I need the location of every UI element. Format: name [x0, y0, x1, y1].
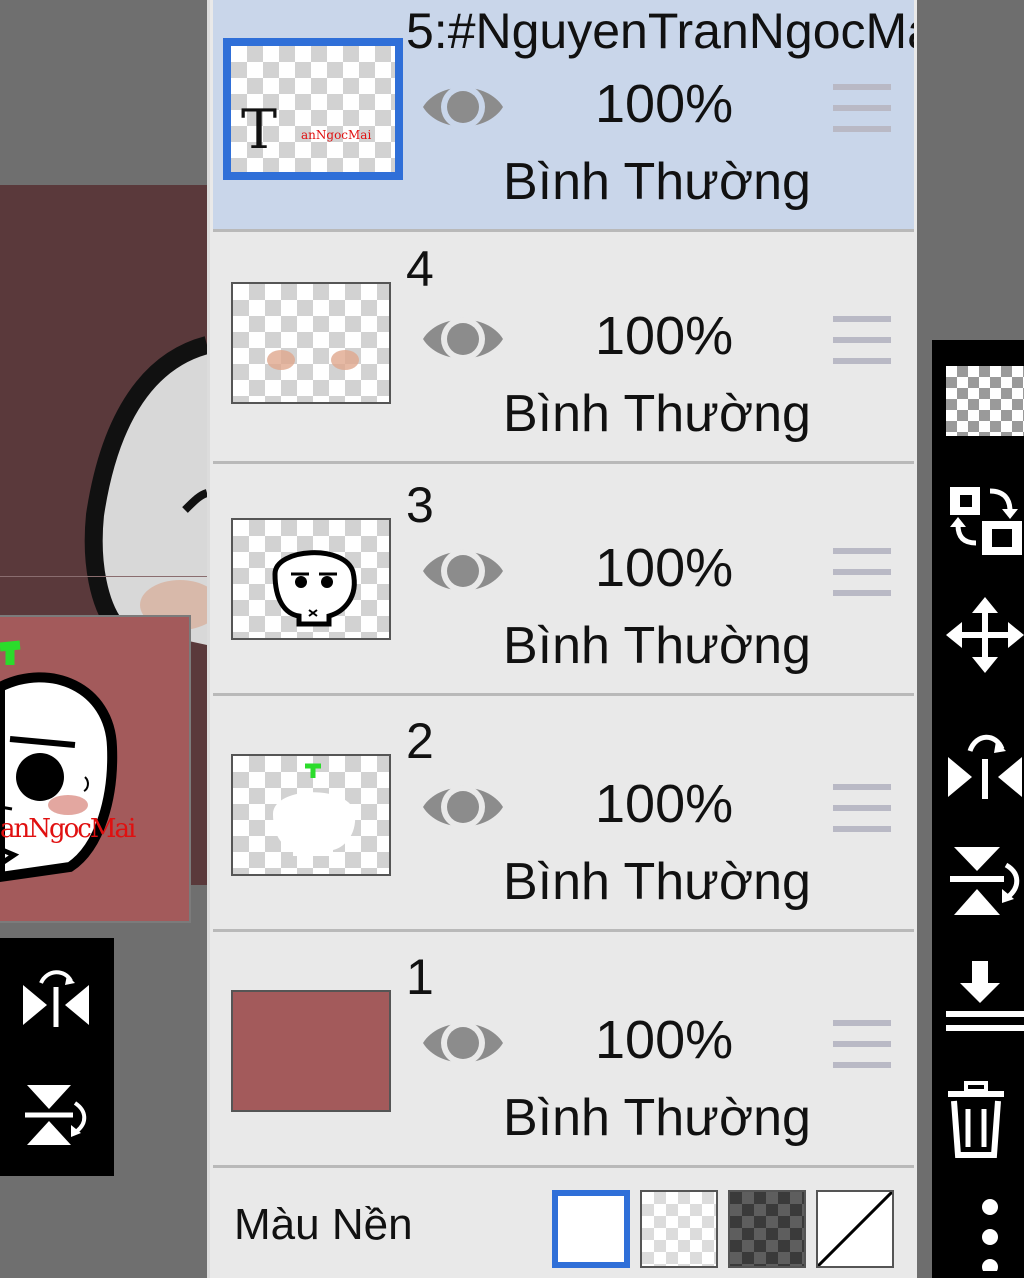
- layer-row-1[interactable]: 1 100% Bình Thường: [213, 936, 914, 1168]
- text-layer-glyph: T: [241, 98, 278, 161]
- flip-horizontal-icon[interactable]: [946, 716, 1024, 806]
- layer-preview: [0, 615, 191, 923]
- drag-handle-icon[interactable]: [833, 548, 891, 596]
- layer-blend-mode[interactable]: Bình Thường: [503, 850, 811, 914]
- background-none-swatch[interactable]: [816, 1190, 894, 1268]
- canvas-guide-line: [0, 576, 207, 577]
- background-white-swatch[interactable]: [552, 1190, 630, 1268]
- text-layer-caption: anNgocMai: [301, 128, 372, 142]
- layer-thumbnail[interactable]: T anNgocMai: [223, 38, 403, 180]
- layer-blend-mode[interactable]: Bình Thường: [503, 614, 811, 678]
- background-light-checker-swatch[interactable]: [640, 1190, 718, 1268]
- layer-name[interactable]: 2: [406, 710, 914, 772]
- background-color-label: Màu Nền: [234, 1200, 413, 1249]
- layer-name[interactable]: 3: [406, 474, 914, 536]
- layer-name[interactable]: 4: [406, 238, 914, 300]
- trash-icon[interactable]: [946, 1076, 1024, 1166]
- flip-horizontal-icon[interactable]: [18, 958, 94, 1038]
- drag-handle-icon[interactable]: [833, 84, 891, 132]
- visibility-eye-icon[interactable]: [421, 1011, 505, 1075]
- layer-opacity[interactable]: 100%: [595, 772, 733, 836]
- visibility-eye-icon[interactable]: [421, 775, 505, 839]
- swap-layers-icon[interactable]: [946, 472, 1024, 562]
- more-icon[interactable]: [946, 1186, 1024, 1276]
- visibility-eye-icon[interactable]: [421, 75, 505, 139]
- layer-row-4[interactable]: 4 100% Bình Thường: [213, 232, 914, 464]
- layer-thumbnail[interactable]: [231, 518, 391, 640]
- background-color-row: Màu Nền: [213, 1170, 914, 1278]
- flip-vertical-icon[interactable]: [946, 836, 1024, 926]
- layer-opacity[interactable]: 100%: [595, 536, 733, 600]
- layer-row-5[interactable]: T anNgocMai 5:#NguyenTranNgocMai 100% Bì…: [213, 0, 914, 232]
- right-toolbar: [932, 340, 1024, 1278]
- visibility-eye-icon[interactable]: [421, 307, 505, 371]
- layer-row-3[interactable]: 3 100% Bình Thường: [213, 464, 914, 696]
- layer-thumbnail[interactable]: [231, 990, 391, 1112]
- layer-blend-mode[interactable]: Bình Thường: [503, 150, 811, 214]
- layer-opacity[interactable]: 100%: [595, 72, 733, 136]
- layer-name[interactable]: 1: [406, 946, 914, 1008]
- left-toolbar: [0, 938, 114, 1176]
- transparency-icon[interactable]: [946, 356, 1024, 446]
- drag-handle-icon[interactable]: [833, 784, 891, 832]
- layer-blend-mode[interactable]: Bình Thường: [503, 382, 811, 446]
- layer-thumbnail[interactable]: [231, 282, 391, 404]
- merge-down-icon[interactable]: [946, 952, 1024, 1042]
- visibility-eye-icon[interactable]: [421, 539, 505, 603]
- layer-thumbnail[interactable]: [231, 754, 391, 876]
- move-icon[interactable]: [946, 590, 1024, 680]
- layer-opacity[interactable]: 100%: [595, 1008, 733, 1072]
- layer-blend-mode[interactable]: Bình Thường: [503, 1086, 811, 1150]
- layer-opacity[interactable]: 100%: [595, 304, 733, 368]
- layer-panel: T anNgocMai 5:#NguyenTranNgocMai 100% Bì…: [207, 0, 917, 1278]
- layer-row-2[interactable]: 2 100% Bình Thường: [213, 700, 914, 932]
- flip-vertical-icon[interactable]: [18, 1076, 94, 1156]
- background-dark-checker-swatch[interactable]: [728, 1190, 806, 1268]
- preview-caption: anNgocMai: [0, 814, 136, 844]
- drawing-canvas[interactable]: anNgocMai: [0, 0, 207, 1278]
- drag-handle-icon[interactable]: [833, 1020, 891, 1068]
- layer-name[interactable]: 5:#NguyenTranNgocMai: [406, 0, 914, 62]
- drag-handle-icon[interactable]: [833, 316, 891, 364]
